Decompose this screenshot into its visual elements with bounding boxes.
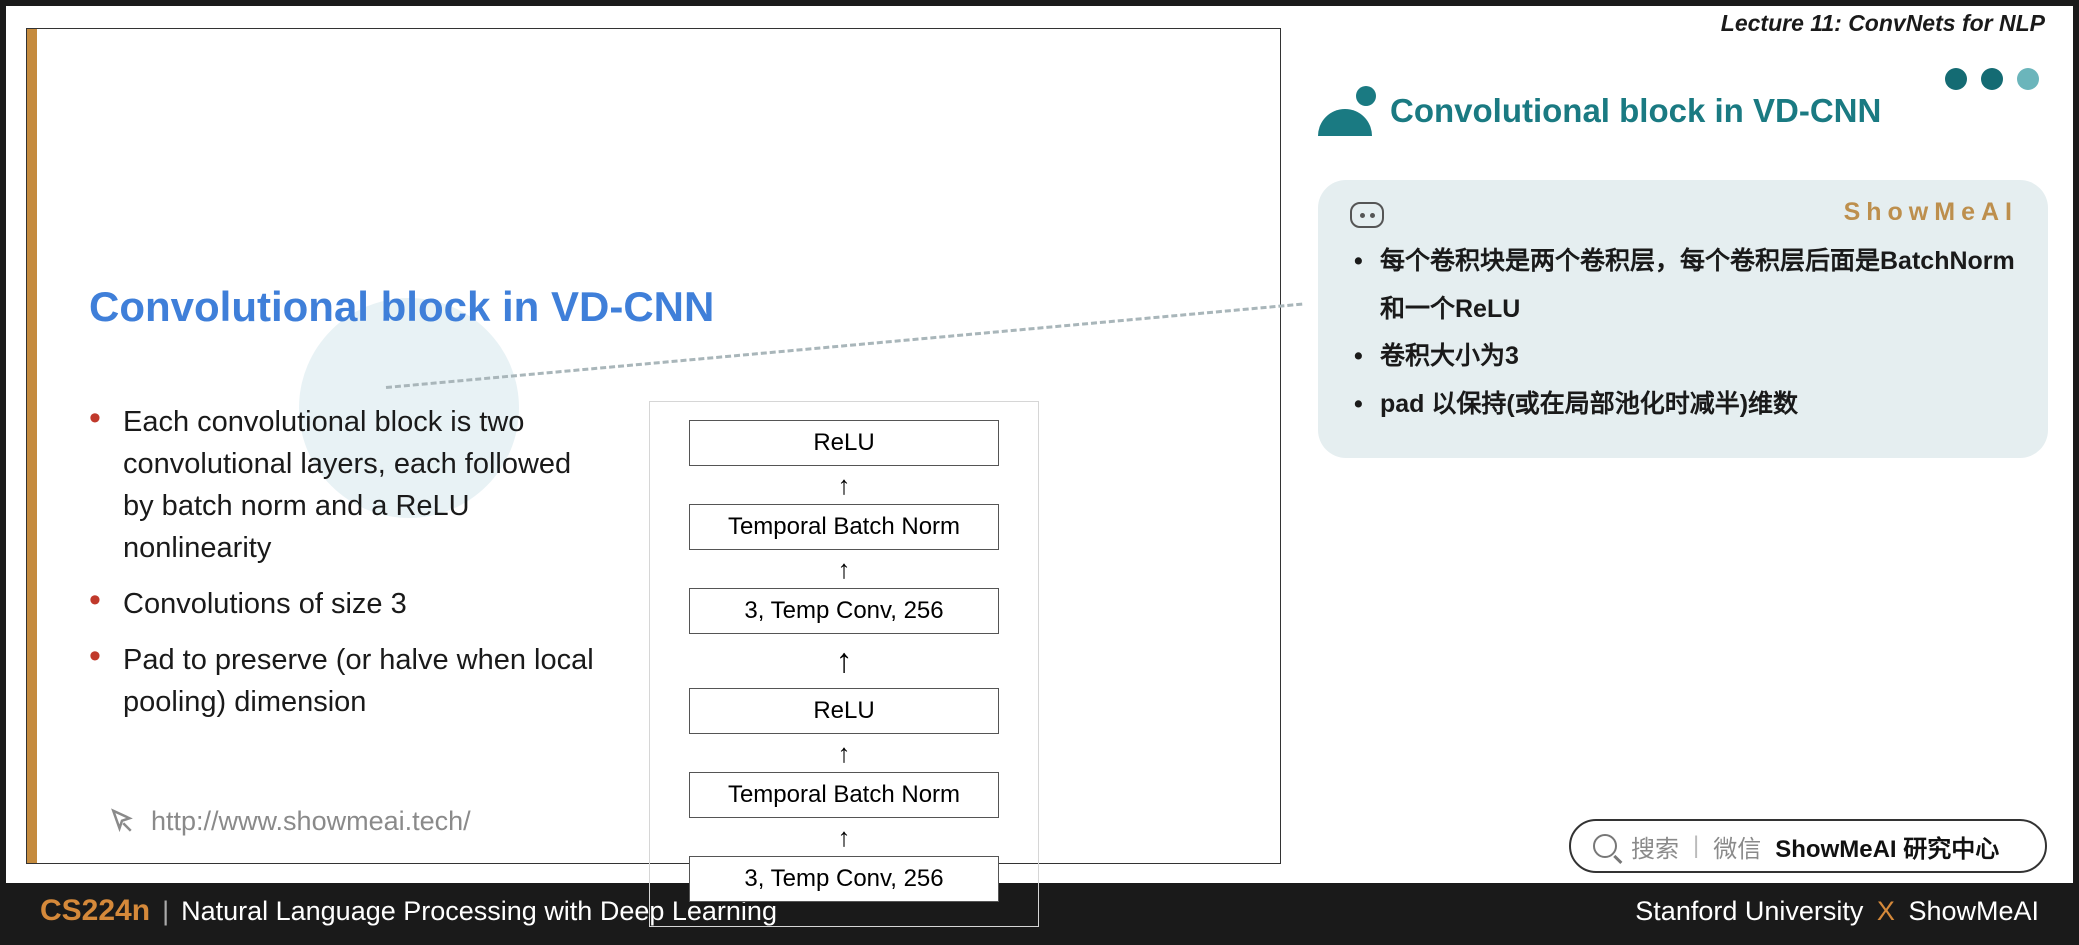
diagram-box: 3, Temp Conv, 256 bbox=[689, 588, 999, 634]
up-arrow-icon: ↑ bbox=[838, 472, 851, 498]
annotation-title: Convolutional block in VD-CNN bbox=[1390, 92, 1881, 130]
annotation-header: Convolutional block in VD-CNN bbox=[1318, 86, 2048, 136]
brand-watermark: ShowMeAI bbox=[1844, 198, 2018, 227]
note-card: ShowMeAI 每个卷积块是两个卷积层，每个卷积层后面是BatchNorm和一… bbox=[1318, 180, 2048, 458]
slide-card: Convolutional block in VD-CNN Each convo… bbox=[26, 28, 1281, 864]
page: Lecture 11: ConvNets for NLP Convolution… bbox=[0, 0, 2079, 945]
note-item: pad 以保持(或在局部池化时减半)维数 bbox=[1350, 381, 2016, 429]
block-diagram: ReLU ↑ Temporal Batch Norm ↑ 3, Temp Con… bbox=[649, 401, 1039, 927]
diagram-box: Temporal Batch Norm bbox=[689, 504, 999, 550]
note-list: 每个卷积块是两个卷积层，每个卷积层后面是BatchNorm和一个ReLU 卷积大… bbox=[1350, 238, 2016, 428]
footer-right: Stanford University X ShowMeAI bbox=[1635, 896, 2039, 927]
logo-icon bbox=[1318, 86, 1372, 136]
search-callout[interactable]: 搜索 | 微信 ShowMeAI 研究中心 bbox=[1569, 819, 2047, 873]
cursor-icon bbox=[107, 807, 137, 837]
diagram-box: ReLU bbox=[689, 688, 999, 734]
bullet-item: Each convolutional block is two convolut… bbox=[89, 401, 609, 569]
slide-bullets: Each convolutional block is two convolut… bbox=[89, 401, 609, 927]
source-link[interactable]: http://www.showmeai.tech/ bbox=[107, 806, 471, 837]
slide-accent-bar bbox=[27, 29, 37, 863]
annotation-panel: Convolutional block in VD-CNN ShowMeAI 每… bbox=[1318, 86, 2048, 458]
collab-name: ShowMeAI bbox=[1908, 896, 2039, 926]
up-arrow-icon: ↑ bbox=[838, 556, 851, 582]
x-separator: X bbox=[1877, 896, 1895, 926]
diagram-box: 3, Temp Conv, 256 bbox=[689, 856, 999, 902]
bullet-item: Convolutions of size 3 bbox=[89, 583, 609, 625]
note-item: 每个卷积块是两个卷积层，每个卷积层后面是BatchNorm和一个ReLU bbox=[1350, 238, 2016, 333]
up-arrow-icon: ↑ bbox=[836, 644, 853, 678]
bullet-item: Pad to preserve (or halve when local poo… bbox=[89, 639, 609, 723]
up-arrow-icon: ↑ bbox=[838, 740, 851, 766]
lecture-label: Lecture 11: ConvNets for NLP bbox=[1693, 6, 2073, 42]
diagram-box: Temporal Batch Norm bbox=[689, 772, 999, 818]
robot-icon bbox=[1350, 202, 1384, 228]
source-url: http://www.showmeai.tech/ bbox=[151, 806, 471, 837]
diagram-box: ReLU bbox=[689, 420, 999, 466]
search-action: 搜索 bbox=[1631, 829, 1679, 864]
search-channel: 微信 bbox=[1713, 829, 1761, 864]
note-item: 卷积大小为3 bbox=[1350, 333, 2016, 381]
org-name: Stanford University bbox=[1635, 896, 1863, 926]
search-target: ShowMeAI 研究中心 bbox=[1775, 829, 1999, 864]
slide-content: Each convolutional block is two convolut… bbox=[89, 401, 1240, 927]
separator: | bbox=[1693, 832, 1699, 860]
search-icon bbox=[1593, 834, 1617, 858]
up-arrow-icon: ↑ bbox=[838, 824, 851, 850]
